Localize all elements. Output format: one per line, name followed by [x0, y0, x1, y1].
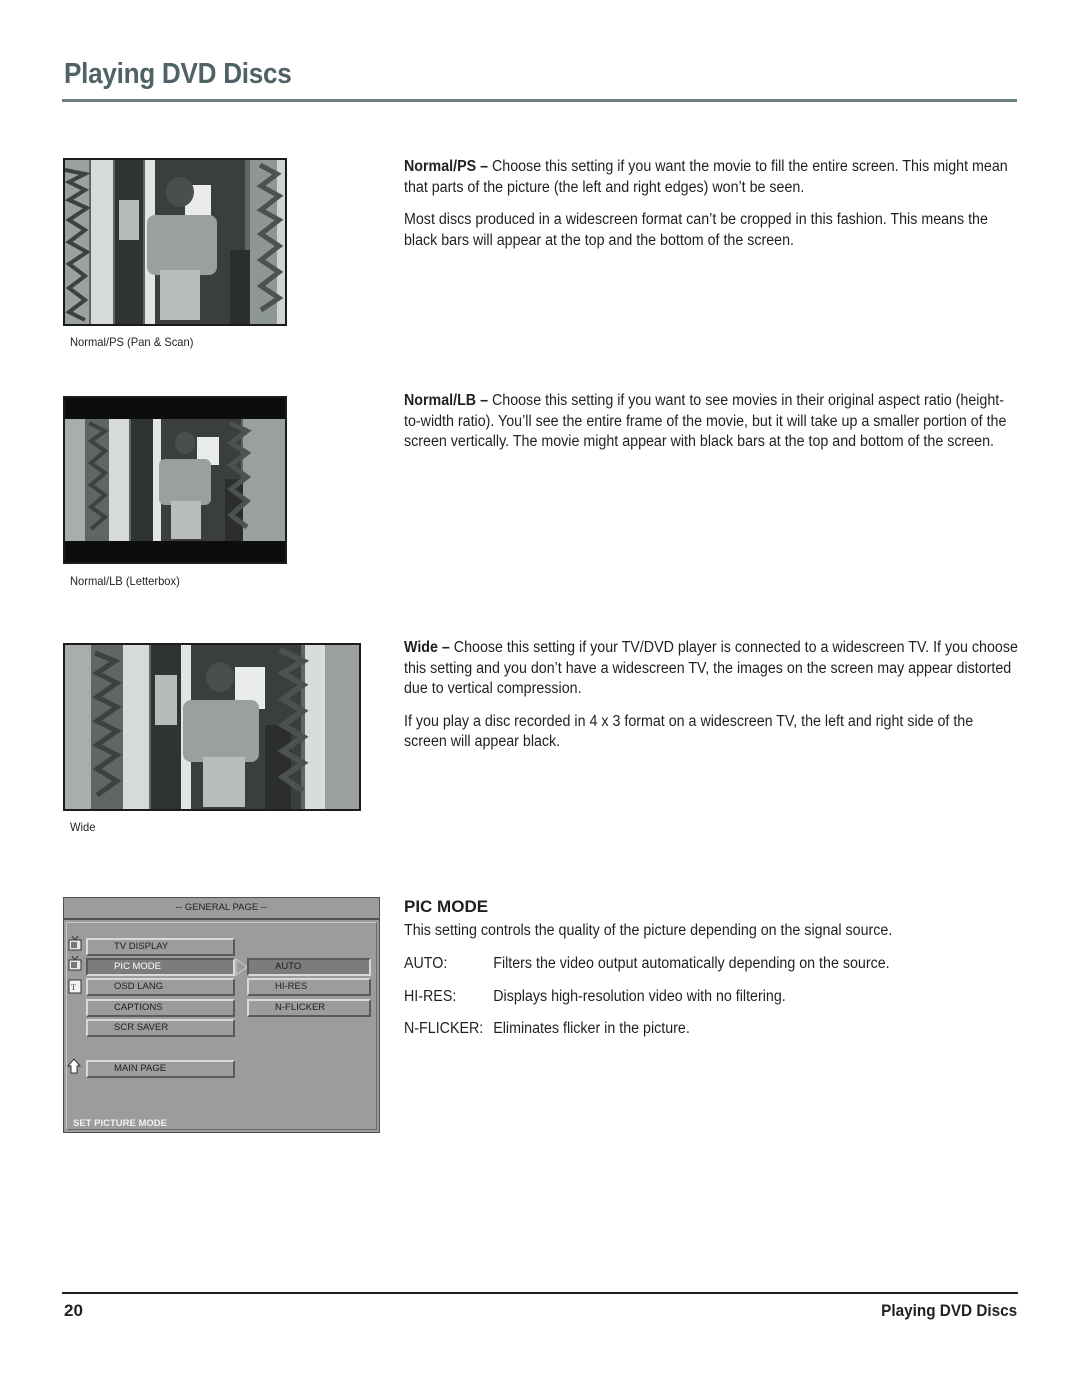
definition-term: N-FLICKER: [404, 1020, 484, 1037]
osd-status-text: SET PICTURE MODE [73, 1118, 167, 1129]
wide-note: If you play a disc recorded in 4 x 3 for… [404, 712, 974, 751]
figure-normal-lb-caption: Normal/LB (Letterbox) [70, 574, 180, 588]
pic-mode-intro: This setting controls the quality of the… [404, 922, 893, 939]
footer-divider [62, 1292, 1018, 1294]
normal-lb-description: Normal/LB – Choose this setting if you w… [404, 391, 1019, 465]
definition-desc: Eliminates flicker in the picture. [493, 1020, 690, 1037]
osd-general-page-menu: -- GENERAL PAGE -- T TV DISPLAY PIC MODE… [63, 897, 380, 1133]
normal-lb-term: Normal/LB – [404, 392, 489, 409]
osd-header: -- GENERAL PAGE -- [64, 898, 379, 920]
osd-subitem-auto[interactable]: AUTO [247, 958, 371, 976]
wide-text: Choose this setting if your TV/DVD playe… [404, 639, 1018, 697]
figure-normal-lb-image [63, 396, 287, 564]
boy-at-door-photo [65, 160, 285, 324]
definition-desc: Displays high-resolution video with no f… [493, 988, 786, 1005]
figure-normal-ps-caption: Normal/PS (Pan & Scan) [70, 335, 194, 349]
normal-lb-text: Choose this setting if you want to see m… [404, 392, 1007, 450]
wide-term: Wide – [404, 639, 450, 656]
page-number: 20 [64, 1301, 83, 1320]
pic-mode-definition-n-flicker: N-FLICKER: Eliminates flicker in the pict… [404, 1020, 690, 1038]
osd-item-captions[interactable]: CAPTIONS [86, 999, 235, 1017]
definition-desc: Filters the video output automatically d… [493, 955, 890, 972]
up-arrow-icon [67, 1058, 81, 1074]
boy-at-door-letterbox-photo [65, 398, 285, 562]
osd-subitem-n-flicker[interactable]: N-FLICKER [247, 999, 371, 1017]
osd-item-scr-saver[interactable]: SCR SAVER [86, 1019, 235, 1037]
normal-ps-description: Normal/PS – Choose this setting if you w… [404, 157, 1019, 263]
normal-ps-note: Most discs produced in a widescreen form… [404, 211, 988, 249]
osd-item-tv-display[interactable]: TV DISPLAY [86, 938, 235, 956]
normal-ps-text: Choose this setting if you want the movi… [404, 158, 1008, 196]
tv-icon [68, 955, 82, 971]
figure-wide-caption: Wide [70, 820, 96, 834]
osd-item-osd-lang[interactable]: OSD LANG [86, 978, 235, 996]
boy-at-door-wide-photo [65, 645, 359, 809]
svg-text:T: T [71, 983, 76, 992]
osd-item-main-page[interactable]: MAIN PAGE [86, 1060, 235, 1078]
normal-ps-term: Normal/PS – [404, 158, 489, 175]
pic-mode-definition-auto: AUTO: Filters the video output automatica… [404, 955, 890, 973]
pic-mode-heading: PIC MODE [404, 897, 489, 916]
text-icon: T [68, 979, 82, 994]
tv-icon [68, 935, 82, 951]
figure-normal-ps-image [63, 158, 287, 326]
figure-wide-image [63, 643, 361, 811]
osd-subitem-hi-res[interactable]: HI-RES [247, 978, 371, 996]
footer-title: Playing DVD Discs [880, 1301, 1017, 1320]
definition-term: HI-RES: [404, 988, 457, 1005]
wide-description: Wide – Choose this setting if your TV/DV… [404, 638, 1019, 765]
pic-mode-definition-hi-res: HI-RES: Displays high-resolution video wi… [404, 988, 786, 1006]
title-divider [62, 99, 1017, 102]
definition-term: AUTO: [404, 955, 448, 972]
page-title: Playing DVD Discs [64, 58, 292, 90]
osd-item-pic-mode[interactable]: PIC MODE [86, 958, 235, 976]
